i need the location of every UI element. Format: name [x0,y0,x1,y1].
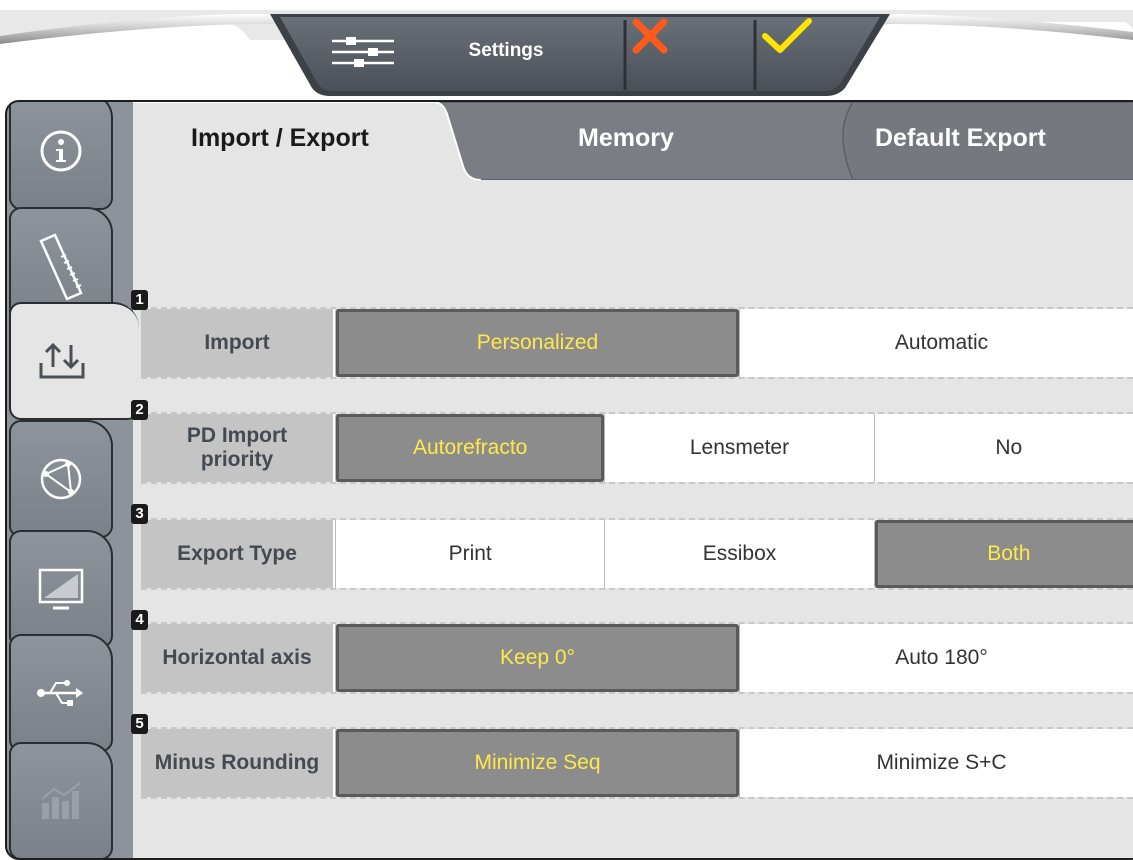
setting-row-pd-import-priority: PD Import priority Autorefracto Lensmete… [141,412,1133,484]
setting-number-badge: 2 [131,400,148,420]
option-both[interactable]: Both [873,520,1133,588]
option-keep-0[interactable]: Keep 0° [335,624,739,692]
info-icon [40,130,82,172]
setting-label: PD Import priority [141,414,335,482]
option-minimize-seq[interactable]: Minimize Seq [335,729,739,797]
tab-memory[interactable]: Memory [578,124,674,153]
option-autorefracto[interactable]: Autorefracto [335,414,605,482]
option-auto-180[interactable]: Auto 180° [739,624,1133,692]
setting-number-badge: 4 [131,610,148,630]
setting-label: Import [141,309,335,377]
cancel-button[interactable] [630,16,755,86]
settings-label: Settings [468,40,544,61]
chart-icon [41,782,81,819]
sidebar [7,102,139,858]
usb-icon [37,680,83,706]
close-icon [632,18,668,54]
confirm-button[interactable] [760,16,880,86]
option-essibox[interactable]: Essibox [604,520,874,588]
sidebar-item-usb[interactable] [9,634,113,752]
sidebar-item-import-export[interactable] [9,302,139,420]
check-icon [762,18,812,53]
monitor-icon [38,568,84,610]
setting-label: Minus Rounding [141,729,335,797]
option-lensmeter[interactable]: Lensmeter [604,414,874,482]
option-print[interactable]: Print [335,520,605,588]
settings-button[interactable]: Settings [330,16,620,86]
top-toolbar: Settings [0,0,1133,100]
option-personalized[interactable]: Personalized [335,309,739,377]
setting-number-badge: 3 [131,504,148,524]
option-automatic[interactable]: Automatic [739,309,1133,377]
settings-panel: Import / Export Memory Default Export 1 … [5,100,1133,860]
content-area: Import / Export Memory Default Export 1 … [131,102,1133,858]
setting-number-badge: 1 [131,290,148,310]
setting-label: Export Type [141,520,335,588]
network-icon [40,458,82,500]
sidebar-item-display[interactable] [9,530,113,648]
tab-bar: Import / Export Memory Default Export [133,102,1133,182]
tab-import-export[interactable]: Import / Export [191,124,369,153]
option-no[interactable]: No [873,414,1133,482]
setting-row-import: Import Personalized Automatic [141,307,1133,379]
sidebar-item-info[interactable] [9,102,113,210]
sidebar-item-statistics[interactable] [9,742,113,858]
setting-row-export-type: Export Type Print Essibox Both [141,518,1133,590]
option-minimize-s-c[interactable]: Minimize S+C [739,729,1133,797]
sidebar-item-network[interactable] [9,420,113,538]
import-export-icon [39,342,85,379]
ruler-icon [39,233,83,301]
setting-number-badge: 5 [131,714,148,734]
setting-label-text: PD Import priority [186,424,288,471]
tab-default-export[interactable]: Default Export [875,124,1046,153]
setting-row-minus-rounding: Minus Rounding Minimize Seq Minimize S+C [141,727,1133,799]
setting-label: Horizontal axis [141,624,335,692]
sliders-icon [332,37,394,67]
setting-row-horizontal-axis: Horizontal axis Keep 0° Auto 180° [141,622,1133,694]
